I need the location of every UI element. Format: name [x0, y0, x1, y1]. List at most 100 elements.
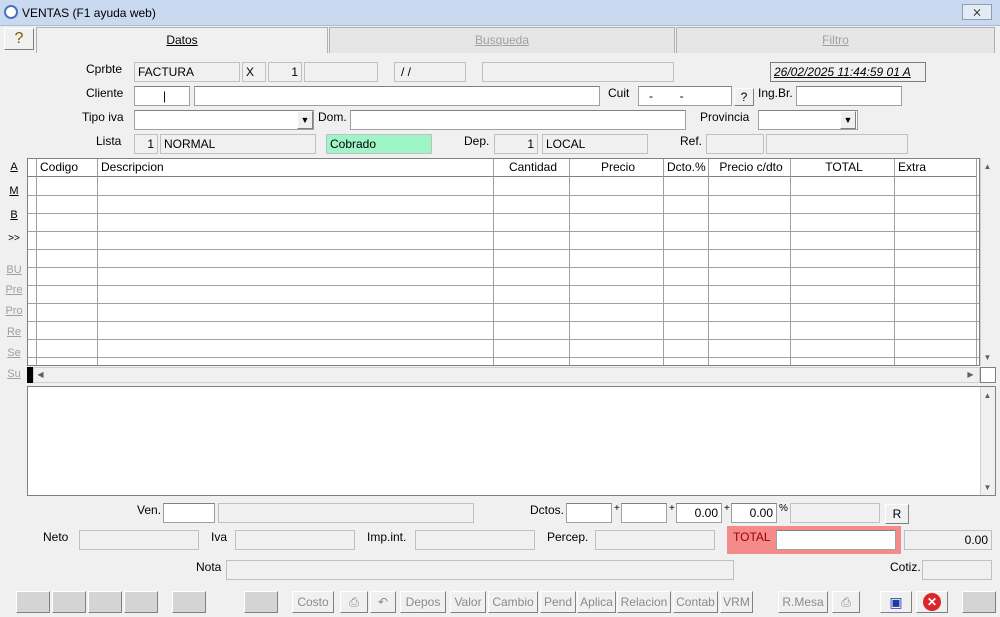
grid-vertical-scrollbar[interactable] — [980, 158, 995, 366]
toolbar-blank-button-4[interactable] — [124, 591, 158, 613]
impint-field — [415, 530, 535, 550]
notes-memo[interactable] — [27, 386, 996, 496]
contab-button[interactable]: Contab — [673, 591, 718, 613]
toolbar-blank-button-7[interactable] — [962, 591, 996, 613]
pend-button[interactable]: Pend — [540, 591, 576, 613]
undo-icon[interactable]: ↶ — [370, 591, 396, 613]
rmesa-button[interactable]: R.Mesa — [778, 591, 828, 613]
col-header-codigo[interactable]: Codigo — [37, 159, 98, 177]
grid-scroll-up-icon[interactable]: ▲ — [980, 159, 995, 174]
side-button-pre[interactable]: Pre — [3, 281, 25, 301]
cuit-help-button[interactable]: ? — [734, 88, 754, 106]
side-button-re[interactable]: Re — [3, 323, 25, 343]
cotiz-field[interactable] — [922, 560, 992, 580]
cliente-name-input[interactable] — [194, 86, 600, 106]
items-grid[interactable]: Codigo Descripcion Cantidad Precio Dcto.… — [27, 158, 980, 366]
grid-row-line — [28, 195, 979, 196]
toolbar-blank-button-5[interactable] — [172, 591, 206, 613]
col-header-precio[interactable]: Precio — [570, 159, 664, 177]
ven-code-input[interactable] — [163, 503, 215, 523]
col-header-total[interactable]: TOTAL — [791, 159, 895, 177]
side-button-more[interactable]: >> — [3, 230, 25, 250]
percep-field — [595, 530, 715, 550]
cambio-button[interactable]: Cambio — [488, 591, 538, 613]
side-button-pro[interactable]: Pro — [3, 302, 25, 322]
dep-number-field[interactable]: 1 — [494, 134, 538, 154]
tab-datos-label: Datos — [166, 33, 198, 47]
estado-badge: Cobrado — [326, 134, 432, 154]
side-button-alta[interactable]: A — [3, 158, 25, 178]
impint-label: Imp.int. — [367, 530, 407, 544]
col-header-cantidad[interactable]: Cantidad — [494, 159, 570, 177]
vrm-button[interactable]: VRM — [720, 591, 753, 613]
aplica-button[interactable]: Aplica — [577, 591, 616, 613]
tipoiva-select[interactable] — [134, 110, 314, 130]
lista-number-field[interactable]: 1 — [134, 134, 158, 154]
dom-input[interactable] — [350, 110, 686, 130]
grid-row-line — [28, 249, 979, 250]
side-button-modifica[interactable]: M — [3, 182, 25, 202]
side-button-baja[interactable]: B — [3, 206, 25, 226]
cotiz-label: Cotiz. — [890, 560, 921, 574]
col-header-dcto[interactable]: Dcto.% — [664, 159, 709, 177]
toolbar-blank-button-1[interactable] — [16, 591, 50, 613]
toolbar-blank-button-6[interactable] — [244, 591, 278, 613]
print-icon-2[interactable]: ⎙ — [832, 591, 860, 613]
toolbar-blank-button-3[interactable] — [88, 591, 122, 613]
toolbar-blank-button-2[interactable] — [52, 591, 86, 613]
close-button[interactable]: ⨯ — [962, 4, 992, 20]
cprbte-type-field[interactable]: FACTURA — [134, 62, 240, 82]
dcto4-input[interactable]: 0.00 — [731, 503, 777, 523]
ref-field-2[interactable] — [766, 134, 908, 154]
cliente-code-input[interactable]: | — [134, 86, 190, 106]
cuit-label: Cuit — [608, 86, 630, 100]
memo-scroll-up-icon[interactable]: ▲ — [980, 388, 995, 403]
ingbr-input[interactable] — [796, 86, 902, 106]
nota-field[interactable] — [226, 560, 734, 580]
print-icon[interactable]: ⎙ — [340, 591, 368, 613]
help-button[interactable]: ? — [4, 28, 34, 50]
grid-scroll-down-icon[interactable]: ▼ — [980, 350, 995, 365]
side-button-su[interactable]: Su — [3, 365, 25, 385]
lista-name-field[interactable]: NORMAL — [160, 134, 316, 154]
col-header-descripcion[interactable]: Descripcion — [98, 159, 494, 177]
tipoiva-dropdown-icon[interactable]: ▼ — [297, 111, 313, 129]
side-button-bu[interactable]: BU — [3, 261, 25, 281]
scroll-right-icon[interactable]: ▶ — [963, 367, 978, 382]
neto-label: Neto — [43, 530, 69, 544]
cprbte-pv-field[interactable]: 1 — [268, 62, 302, 82]
cancel-icon[interactable]: ✕ — [916, 591, 948, 613]
ref-field-1[interactable] — [706, 134, 764, 154]
depos-button[interactable]: Depos — [400, 591, 446, 613]
cprbte-date-field[interactable]: / / — [394, 62, 466, 82]
scroll-left-icon[interactable]: ◀ — [33, 367, 48, 382]
dep-name-field[interactable]: LOCAL — [542, 134, 648, 154]
memo-scroll-down-icon[interactable]: ▼ — [980, 480, 995, 495]
dcto-result-field — [790, 503, 880, 523]
cprbte-letter-field[interactable]: X — [242, 62, 266, 82]
valor-button[interactable]: Valor — [450, 591, 486, 613]
save-icon[interactable]: ▣ — [880, 591, 912, 613]
cprbte-extra-field[interactable] — [482, 62, 674, 82]
relacion-button[interactable]: Relacion — [617, 591, 671, 613]
col-header-precio-cdto[interactable]: Precio c/dto — [709, 159, 791, 177]
dcto3-input[interactable]: 0.00 — [676, 503, 722, 523]
memo-vertical-scrollbar[interactable] — [980, 387, 995, 495]
cprbte-number-field[interactable] — [304, 62, 378, 82]
tab-datos[interactable]: Datos — [36, 27, 328, 53]
cuit-input[interactable]: - - — [638, 86, 732, 106]
ven-name-field[interactable] — [218, 503, 474, 523]
col-header-extra[interactable]: Extra — [895, 159, 977, 177]
dcto1-input[interactable] — [566, 503, 612, 523]
grid-horizontal-scrollbar-track[interactable] — [33, 367, 980, 383]
tab-filtro[interactable]: Filtro — [676, 27, 995, 53]
r-button[interactable]: R — [885, 504, 909, 524]
provincia-dropdown-icon[interactable]: ▼ — [840, 111, 856, 129]
tab-busqueda[interactable]: Busqueda — [329, 27, 675, 53]
grid-row-line — [28, 267, 979, 268]
grid-col-total — [791, 177, 895, 365]
grid-row-line — [28, 339, 979, 340]
costo-button[interactable]: Costo — [292, 591, 334, 613]
side-button-se[interactable]: Se — [3, 344, 25, 364]
dcto2-input[interactable] — [621, 503, 667, 523]
